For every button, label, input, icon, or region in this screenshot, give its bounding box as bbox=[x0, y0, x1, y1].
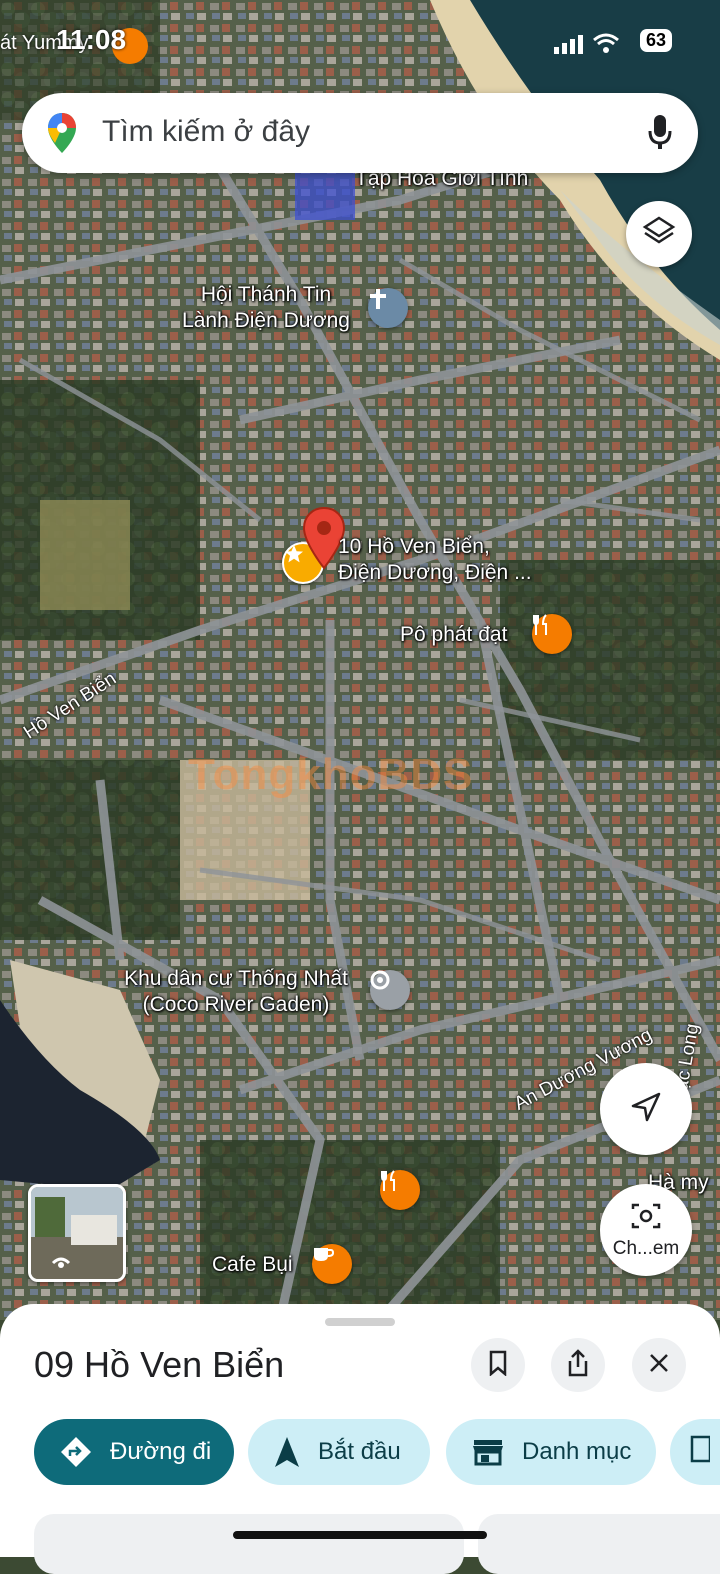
bookmark-icon bbox=[488, 1350, 508, 1381]
start-label: Bắt đầu bbox=[318, 1438, 401, 1465]
poi-label-restaurant[interactable]: Pô phát đạt bbox=[400, 622, 507, 648]
place-bottom-sheet[interactable]: 09 Hồ Ven Biển Đường đi Bắt đầu Danh mục bbox=[0, 1304, 720, 1574]
save-button[interactable] bbox=[471, 1338, 525, 1392]
more-chip-icon bbox=[690, 1435, 712, 1470]
directions-label: Đường đi bbox=[110, 1438, 212, 1465]
place-title: 09 Hồ Ven Biển bbox=[34, 1344, 285, 1385]
close-button[interactable] bbox=[632, 1338, 686, 1392]
poi-label-cafe[interactable]: Cafe Bụi bbox=[212, 1252, 293, 1278]
info-card[interactable] bbox=[34, 1514, 464, 1574]
navigation-arrow-icon bbox=[629, 1090, 663, 1129]
status-bar: át Yummy 11:08 63 bbox=[0, 20, 720, 64]
pin-address-line1: 10 Hồ Ven Biển, bbox=[338, 535, 490, 558]
info-card[interactable] bbox=[478, 1514, 720, 1574]
watermark: TongkhoBDS bbox=[188, 750, 474, 799]
restaurant-icon[interactable] bbox=[380, 1170, 420, 1210]
church-name-line1: Hội Thánh Tin bbox=[200, 283, 332, 306]
pin-address-label[interactable]: 10 Hồ Ven Biển, Điện Dương, Điện ... bbox=[338, 534, 532, 586]
church-icon[interactable] bbox=[368, 288, 408, 328]
signal-icon bbox=[554, 34, 584, 59]
lens-label: Ch...em bbox=[612, 1237, 680, 1259]
start-button[interactable]: Bắt đầu bbox=[248, 1419, 430, 1485]
category-label: Danh mục bbox=[522, 1438, 632, 1465]
clock-time: 11:08 bbox=[56, 24, 127, 55]
cafe-icon[interactable] bbox=[312, 1244, 352, 1284]
directions-icon bbox=[60, 1436, 92, 1468]
lens-icon bbox=[629, 1201, 663, 1236]
restaurant-icon[interactable] bbox=[532, 614, 572, 654]
start-arrow-icon bbox=[274, 1436, 300, 1468]
battery-level: 63 bbox=[639, 29, 672, 52]
lens-button[interactable]: Ch...em bbox=[600, 1184, 692, 1276]
maps-logo-icon bbox=[46, 111, 78, 160]
layers-button[interactable] bbox=[626, 201, 692, 267]
pin-address-line2: Điện Dương, Điện ... bbox=[338, 561, 532, 584]
category-button[interactable]: Danh mục bbox=[446, 1419, 656, 1485]
directions-button[interactable]: Đường đi bbox=[34, 1419, 234, 1485]
share-button[interactable] bbox=[551, 1338, 605, 1392]
poi-label-church[interactable]: Hội Thánh Tin Lành Điện Dương bbox=[170, 282, 362, 334]
search-input[interactable]: Tìm kiếm ở đây bbox=[102, 115, 310, 149]
residential-line2: (Coco River Gaden) bbox=[142, 993, 330, 1016]
place-icon[interactable] bbox=[370, 970, 410, 1010]
church-name-line2: Lành Điện Dương bbox=[182, 309, 350, 332]
search-bar[interactable]: Tìm kiếm ở đây bbox=[22, 93, 698, 173]
poi-label-residential[interactable]: Khu dân cư Thống Nhất (Coco River Gaden) bbox=[100, 966, 372, 1018]
navigation-button[interactable] bbox=[600, 1063, 692, 1155]
residential-line1: Khu dân cư Thống Nhất bbox=[124, 967, 348, 990]
home-indicator[interactable] bbox=[233, 1531, 487, 1539]
share-icon bbox=[566, 1348, 590, 1382]
close-icon bbox=[649, 1353, 669, 1378]
layers-icon bbox=[642, 215, 676, 254]
mic-icon[interactable] bbox=[648, 113, 672, 156]
store-icon bbox=[472, 1438, 504, 1466]
street-view-thumbnail[interactable] bbox=[28, 1184, 126, 1282]
wifi-icon bbox=[592, 32, 620, 59]
more-chip[interactable] bbox=[670, 1419, 720, 1485]
sheet-drag-handle[interactable] bbox=[325, 1318, 395, 1326]
